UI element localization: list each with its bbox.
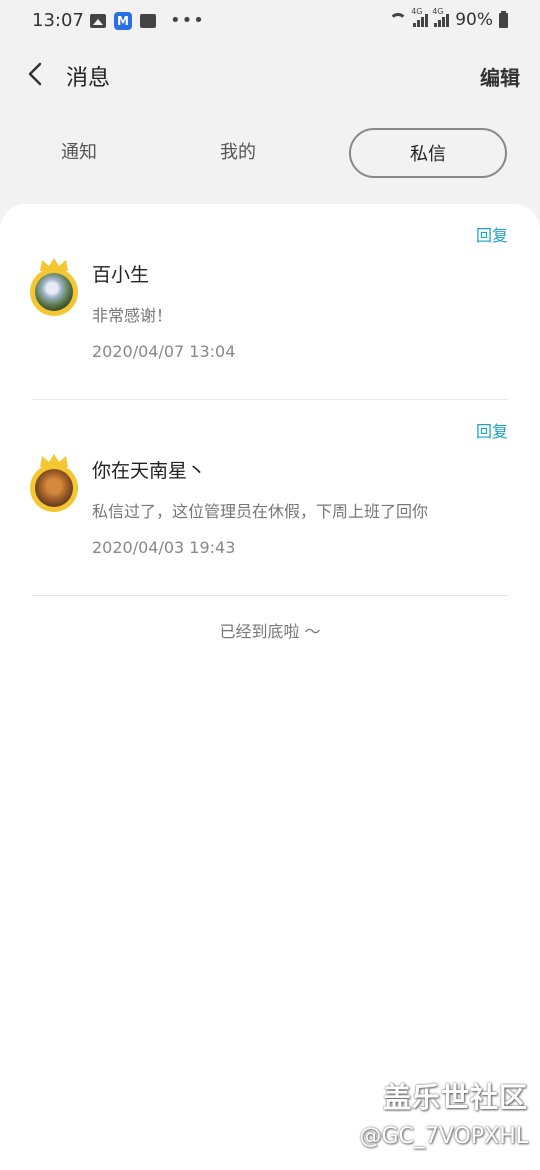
- signal-icon-2: 4G: [432, 7, 450, 27]
- battery-percent: 90%: [455, 10, 493, 30]
- signal-icon: 4G: [411, 7, 429, 27]
- watermark-user: @GC_7VOPXHL: [359, 1124, 528, 1149]
- status-bar: 13:07 M ••• 4G 4G 90%: [0, 0, 540, 42]
- reply-button[interactable]: 回复: [476, 418, 508, 442]
- tab-mine[interactable]: 我的: [159, 128, 317, 178]
- message-text: 私信过了，这位管理员在休假，下周上班了回你: [92, 502, 429, 521]
- message-time: 2020/04/07 13:04: [92, 342, 236, 361]
- more-notifications-icon: •••: [170, 10, 205, 31]
- message-text: 非常感谢！: [92, 306, 173, 325]
- tab-bar: 通知 我的 私信: [0, 128, 540, 182]
- status-right: 4G 4G 90%: [389, 7, 508, 30]
- reply-button[interactable]: 回复: [476, 222, 508, 246]
- back-button[interactable]: [22, 56, 52, 92]
- gallery-icon: [90, 14, 106, 28]
- avatar[interactable]: [30, 454, 78, 512]
- page-title: 消息: [66, 66, 111, 91]
- list-item[interactable]: 回复 你在天南星丶 私信过了，这位管理员在休假，下周上班了回你 2020/04/…: [0, 400, 540, 596]
- notification-icons: M •••: [90, 12, 205, 30]
- list-item[interactable]: 回复 百小生 非常感谢！ 2020/04/07 13:04: [0, 204, 540, 400]
- battery-icon: [499, 10, 508, 28]
- sender-name: 百小生: [92, 264, 150, 286]
- message-time: 2020/04/03 19:43: [92, 538, 236, 557]
- app-header: 消息 编辑: [0, 50, 540, 100]
- message-icon: [140, 14, 156, 28]
- tab-notifications[interactable]: 通知: [0, 128, 158, 178]
- edit-button[interactable]: 编辑: [480, 62, 520, 91]
- watermark: 盖乐世社区 @GC_7VOPXHL: [359, 1076, 528, 1149]
- chevron-left-icon: [28, 62, 42, 86]
- message-list: 回复 百小生 非常感谢！ 2020/04/07 13:04 回复 你在天南星丶 …: [0, 204, 540, 1170]
- app-m-icon: M: [114, 12, 132, 30]
- divider: [32, 595, 508, 596]
- end-of-list-note: 已经到底啦 ～: [219, 622, 321, 641]
- sender-name: 你在天南星丶: [92, 460, 207, 482]
- tab-private-messages[interactable]: 私信: [349, 128, 507, 178]
- status-time: 13:07: [32, 10, 84, 31]
- avatar[interactable]: [30, 258, 78, 316]
- watermark-brand: 盖乐世社区: [382, 1081, 528, 1114]
- wifi-icon: [389, 13, 408, 27]
